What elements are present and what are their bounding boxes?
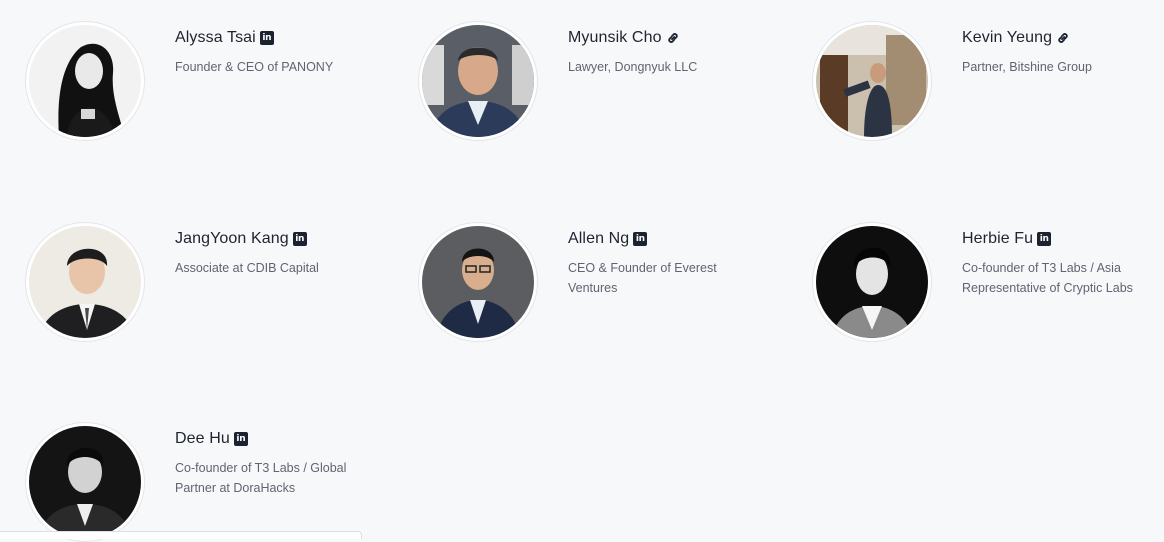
avatar	[812, 21, 932, 141]
member-name: Dee Hu	[175, 430, 230, 447]
member-name: Herbie Fu	[962, 230, 1034, 247]
link-icon[interactable]	[666, 31, 680, 45]
avatar-photo	[422, 226, 534, 338]
member-role: Partner, Bitshine Group	[962, 60, 1092, 74]
avatar-photo	[29, 226, 141, 338]
member-role: Associate at CDIB Capital	[175, 261, 319, 275]
linkedin-icon[interactable]: in	[1037, 232, 1052, 246]
team-member-card: Alyssa Tsai in Founder & CEO of PANONY	[0, 0, 380, 141]
member-role: CEO & Founder of Everest Ventures	[568, 261, 717, 295]
member-name: Alyssa Tsai	[175, 29, 256, 46]
linkedin-icon[interactable]: in	[633, 232, 648, 246]
avatar-photo	[422, 25, 534, 137]
member-name: Kevin Yeung	[962, 29, 1053, 46]
team-member-card: Herbie Fu in Co-founder of T3 Labs / Asi…	[787, 201, 1164, 342]
avatar	[812, 222, 932, 342]
member-name: Myunsik Cho	[568, 29, 662, 46]
avatar	[25, 21, 145, 141]
linkedin-icon[interactable]: in	[292, 232, 307, 246]
linkedin-icon[interactable]: in	[259, 31, 274, 45]
team-member-card: Allen Ng in CEO & Founder of Everest Ven…	[393, 201, 773, 342]
avatar	[25, 222, 145, 342]
avatar-photo	[816, 226, 928, 338]
member-role: Lawyer, Dongnyuk LLC	[568, 60, 698, 74]
member-role: Co-founder of T3 Labs / Asia Representat…	[962, 261, 1133, 295]
team-member-card: Myunsik Cho Lawyer, Dongnyuk LLC	[393, 0, 773, 141]
team-member-card: JangYoon Kang in Associate at CDIB Capit…	[0, 201, 380, 342]
avatar-photo	[29, 25, 141, 137]
avatar	[25, 422, 145, 542]
bottom-panel-edge	[0, 531, 362, 539]
link-icon[interactable]	[1056, 31, 1070, 45]
avatar-photo	[29, 426, 141, 538]
member-name: JangYoon Kang	[175, 230, 289, 247]
team-member-card: Dee Hu in Co-founder of T3 Labs / Global…	[0, 401, 380, 542]
member-role: Founder & CEO of PANONY	[175, 60, 334, 74]
team-member-card: Kevin Yeung Partner, Bitshine Group	[787, 0, 1164, 141]
member-role: Co-founder of T3 Labs / Global Partner a…	[175, 461, 347, 495]
avatar-photo	[816, 25, 928, 137]
avatar	[418, 21, 538, 141]
member-name: Allen Ng	[568, 230, 630, 247]
linkedin-icon[interactable]: in	[233, 432, 248, 446]
avatar	[418, 222, 538, 342]
